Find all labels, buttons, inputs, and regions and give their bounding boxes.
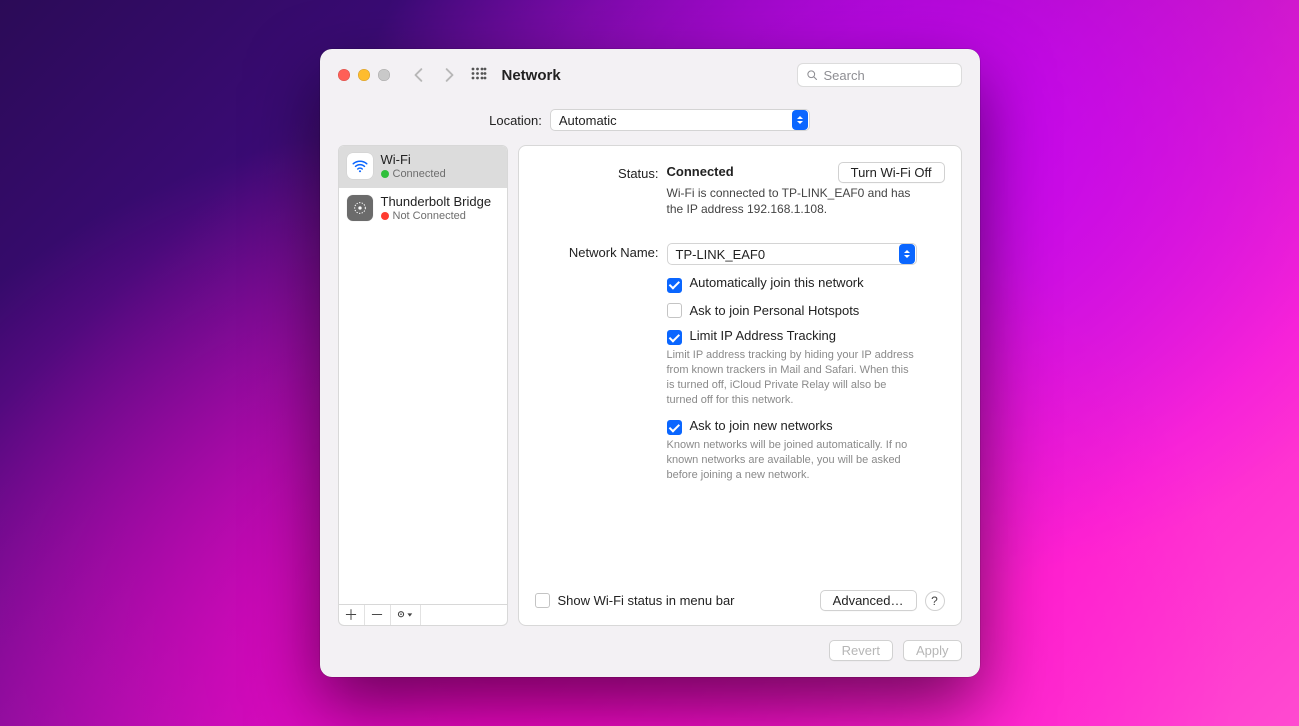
- status-dot-icon: [381, 212, 389, 220]
- ask-new-description: Known networks will be joined automatica…: [667, 438, 917, 483]
- chevron-right-icon: [442, 68, 456, 82]
- checkbox-unchecked-icon: [667, 303, 682, 318]
- status-description: Wi-Fi is connected to TP-LINK_EAF0 and h…: [667, 185, 917, 217]
- select-stepper-icon: [899, 244, 915, 264]
- location-label: Location:: [489, 113, 542, 128]
- interfaces-sidebar: Wi-Fi Connected Thunderbolt Bridge Not C…: [338, 145, 508, 626]
- forward-button[interactable]: [438, 64, 460, 86]
- actions-menu-icon: [397, 610, 413, 620]
- titlebar: Network Search: [320, 49, 980, 99]
- chevron-left-icon: [412, 68, 426, 82]
- checkbox-checked-icon: [667, 420, 682, 435]
- interface-name: Wi-Fi: [381, 153, 446, 168]
- location-value: Automatic: [551, 113, 792, 128]
- sidebar-tools: ＋ －: [338, 605, 508, 626]
- window-title: Network: [502, 67, 561, 84]
- minimize-window-button[interactable]: [358, 69, 370, 81]
- ask-new-label: Ask to join new networks: [690, 418, 833, 433]
- close-window-button[interactable]: [338, 69, 350, 81]
- wifi-icon: [347, 153, 373, 179]
- search-icon: [806, 69, 818, 81]
- show-menu-bar-checkbox[interactable]: Show Wi-Fi status in menu bar: [535, 593, 735, 608]
- bridge-icon: [347, 195, 373, 221]
- add-interface-button[interactable]: ＋: [339, 605, 365, 625]
- help-button[interactable]: ?: [925, 591, 945, 611]
- search-placeholder: Search: [824, 68, 865, 83]
- auto-join-checkbox[interactable]: Automatically join this network: [667, 275, 945, 293]
- traffic-lights: [338, 69, 390, 81]
- interfaces-list: Wi-Fi Connected Thunderbolt Bridge Not C…: [338, 145, 508, 605]
- ask-hotspot-checkbox[interactable]: Ask to join Personal Hotspots: [667, 303, 945, 318]
- remove-interface-button[interactable]: －: [365, 605, 391, 625]
- bottom-buttons: Revert Apply: [320, 626, 980, 677]
- network-name-value: TP-LINK_EAF0: [668, 247, 899, 262]
- detail-panel: Turn Wi-Fi Off Status: Connected Wi-Fi i…: [518, 145, 962, 626]
- location-select[interactable]: Automatic: [550, 109, 810, 131]
- limit-tracking-checkbox[interactable]: Limit IP Address Tracking: [667, 328, 836, 343]
- turn-wifi-off-button[interactable]: Turn Wi-Fi Off: [838, 162, 945, 183]
- search-input[interactable]: Search: [797, 63, 962, 87]
- network-name-label: Network Name:: [535, 243, 667, 260]
- interface-wifi[interactable]: Wi-Fi Connected: [339, 146, 507, 188]
- auto-join-label: Automatically join this network: [690, 275, 864, 290]
- interface-status: Not Connected: [393, 210, 466, 223]
- interface-thunderbolt-bridge[interactable]: Thunderbolt Bridge Not Connected: [339, 188, 507, 230]
- network-preferences-window: Network Search Location: Automatic Wi-Fi: [320, 49, 980, 677]
- body: Wi-Fi Connected Thunderbolt Bridge Not C…: [320, 145, 980, 626]
- select-stepper-icon: [792, 110, 808, 130]
- location-row: Location: Automatic: [320, 99, 980, 145]
- checkbox-checked-icon: [667, 330, 682, 345]
- network-name-select[interactable]: TP-LINK_EAF0: [667, 243, 917, 265]
- show-all-button[interactable]: [468, 64, 490, 86]
- status-dot-icon: [381, 170, 389, 178]
- ask-hotspot-label: Ask to join Personal Hotspots: [690, 303, 860, 318]
- interface-name: Thunderbolt Bridge: [381, 195, 492, 210]
- status-label: Status:: [535, 164, 667, 181]
- checkbox-checked-icon: [667, 278, 682, 293]
- back-button[interactable]: [408, 64, 430, 86]
- show-menu-bar-label: Show Wi-Fi status in menu bar: [558, 593, 735, 608]
- interface-status: Connected: [393, 168, 446, 181]
- apply-button[interactable]: Apply: [903, 640, 962, 661]
- grid-icon: [471, 67, 487, 83]
- revert-button[interactable]: Revert: [829, 640, 893, 661]
- interface-actions-menu[interactable]: [391, 605, 421, 625]
- checkbox-unchecked-icon: [535, 593, 550, 608]
- ask-new-checkbox[interactable]: Ask to join new networks: [667, 418, 833, 433]
- limit-tracking-label: Limit IP Address Tracking: [690, 328, 836, 343]
- limit-tracking-description: Limit IP address tracking by hiding your…: [667, 348, 917, 407]
- advanced-button[interactable]: Advanced…: [820, 590, 917, 611]
- zoom-window-button: [378, 69, 390, 81]
